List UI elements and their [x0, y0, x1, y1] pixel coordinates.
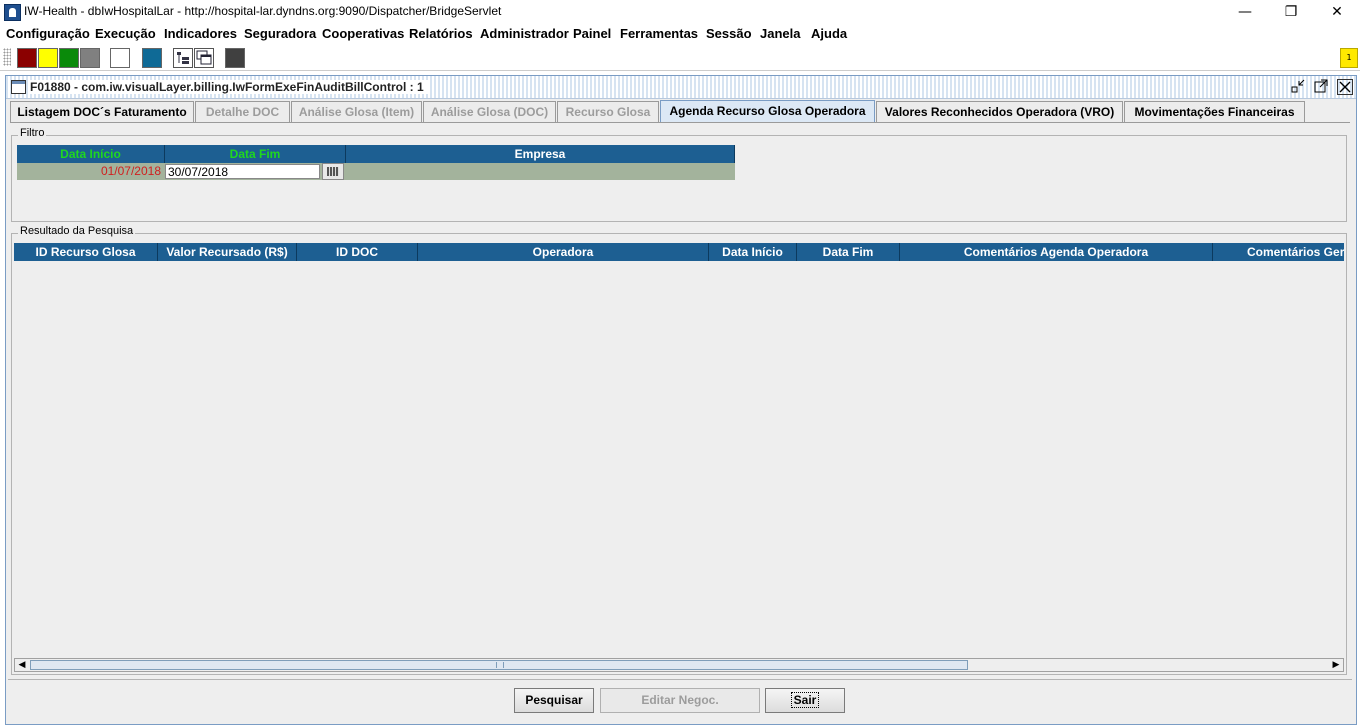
color-button-yellow[interactable]: [38, 48, 58, 68]
col-id-recurso-glosa[interactable]: ID Recurso Glosa: [14, 243, 158, 261]
tree-view-icon[interactable]: [173, 48, 193, 68]
menu-execucao[interactable]: Execução: [95, 26, 156, 41]
frame-icon: [11, 80, 26, 94]
col-data-fim[interactable]: Data Fim: [797, 243, 900, 261]
tab-agenda-recurso-glosa[interactable]: Agenda Recurso Glosa Operadora: [660, 100, 875, 123]
tab-movimentacoes-financeiras[interactable]: Movimentações Financeiras: [1124, 101, 1305, 122]
maximize-button[interactable]: ❐: [1268, 0, 1314, 24]
menu-sessao[interactable]: Sessão: [706, 26, 752, 41]
color-button-white[interactable]: [110, 48, 130, 68]
color-button-dark-gray[interactable]: [225, 48, 245, 68]
color-button-blue[interactable]: [142, 48, 162, 68]
tab-bar: Listagem DOC´s Faturamento Detalhe DOC A…: [6, 100, 1356, 123]
scroll-right-icon[interactable]: ▶: [1329, 659, 1343, 671]
tab-analise-glosa-item[interactable]: Análise Glosa (Item): [291, 101, 422, 122]
col-valor-recursado[interactable]: Valor Recursado (R$): [158, 243, 297, 261]
menu-ajuda[interactable]: Ajuda: [811, 26, 847, 41]
tab-detalhe-doc[interactable]: Detalhe DOC: [195, 101, 290, 122]
calendar-icon[interactable]: [322, 163, 344, 180]
search-button[interactable]: Pesquisar: [514, 688, 594, 713]
frame-maximize-icon[interactable]: [1314, 79, 1328, 93]
data-fim-input[interactable]: 30/07/2018: [165, 164, 320, 179]
close-button[interactable]: ✕: [1314, 0, 1360, 24]
button-panel: Pesquisar Editar Negoc. Sair: [8, 679, 1352, 722]
menu-bar: Configuração Execução Indicadores Segura…: [0, 24, 1360, 44]
menu-seguradora[interactable]: Seguradora: [244, 26, 316, 41]
menu-administrador[interactable]: Administrador: [480, 26, 569, 41]
col-id-doc[interactable]: ID DOC: [297, 243, 418, 261]
tab-analise-glosa-doc[interactable]: Análise Glosa (DOC): [423, 101, 556, 122]
toolbar-grip[interactable]: [3, 48, 11, 66]
header-empresa: Empresa: [346, 145, 735, 163]
color-button-gray[interactable]: [80, 48, 100, 68]
frame-title: F01880 - com.iw.visualLayer.billing.IwFo…: [30, 80, 428, 94]
windows-icon[interactable]: [194, 48, 214, 68]
window-titlebar: IW-Health - dbIwHospitalLar - http://hos…: [0, 0, 1360, 24]
notification-icon[interactable]: 1: [1340, 48, 1358, 68]
results-group-label: Resultado da Pesquisa: [18, 225, 136, 237]
menu-painel[interactable]: Painel: [573, 26, 611, 41]
frame-titlebar: F01880 - com.iw.visualLayer.billing.IwFo…: [6, 76, 1356, 99]
results-table-body[interactable]: [14, 261, 1344, 659]
col-operadora[interactable]: Operadora: [418, 243, 709, 261]
scroll-thumb[interactable]: [30, 660, 968, 670]
col-comentarios-gerais[interactable]: Comentários Gerais: [1213, 243, 1344, 261]
scroll-left-icon[interactable]: ◀: [15, 659, 29, 671]
tab-recurso-glosa[interactable]: Recurso Glosa: [557, 101, 659, 122]
header-data-fim: Data Fim: [165, 145, 346, 163]
frame-close-icon[interactable]: [1337, 79, 1353, 95]
toolbar: [0, 44, 1360, 71]
exit-button-label: Sair: [790, 692, 820, 708]
menu-ferramentas[interactable]: Ferramentas: [620, 26, 698, 41]
menu-janela[interactable]: Janela: [760, 26, 800, 41]
filter-group-label: Filtro: [18, 127, 47, 139]
menu-configuracao[interactable]: Configuração: [6, 26, 90, 41]
menu-relatorios[interactable]: Relatórios: [409, 26, 473, 41]
menu-indicadores[interactable]: Indicadores: [164, 26, 237, 41]
results-group: Resultado da Pesquisa ID Recurso Glosa V…: [11, 225, 1347, 675]
empresa-field[interactable]: [346, 163, 735, 180]
internal-frame: F01880 - com.iw.visualLayer.billing.IwFo…: [5, 75, 1357, 725]
app-icon: [4, 4, 21, 21]
minimize-button[interactable]: —: [1222, 0, 1268, 24]
window-title: IW-Health - dbIwHospitalLar - http://hos…: [24, 4, 502, 18]
edit-negoc-button[interactable]: Editar Negoc.: [600, 688, 760, 713]
filter-group: Filtro Data Início Data Fim Empresa 01/0…: [11, 127, 1347, 222]
col-data-inicio[interactable]: Data Início: [709, 243, 797, 261]
header-data-inicio: Data Início: [17, 145, 165, 163]
tab-valores-reconhecidos[interactable]: Valores Reconhecidos Operadora (VRO): [876, 101, 1123, 122]
col-comentarios-agenda[interactable]: Comentários Agenda Operadora: [900, 243, 1213, 261]
tab-listagem-docs[interactable]: Listagem DOC´s Faturamento: [10, 101, 194, 122]
color-button-green[interactable]: [59, 48, 79, 68]
horizontal-scrollbar[interactable]: ◀ ▶: [14, 658, 1344, 672]
data-fim-cell: 30/07/2018: [165, 163, 346, 180]
tab-divider: [10, 122, 1350, 123]
frame-iconify-icon[interactable]: [1291, 79, 1305, 93]
data-inicio-field[interactable]: 01/07/2018: [17, 163, 165, 180]
results-table-header: ID Recurso Glosa Valor Recursado (R$) ID…: [14, 243, 1344, 261]
exit-button[interactable]: Sair: [765, 688, 845, 713]
color-button-dark-red[interactable]: [17, 48, 37, 68]
menu-cooperativas[interactable]: Cooperativas: [322, 26, 404, 41]
